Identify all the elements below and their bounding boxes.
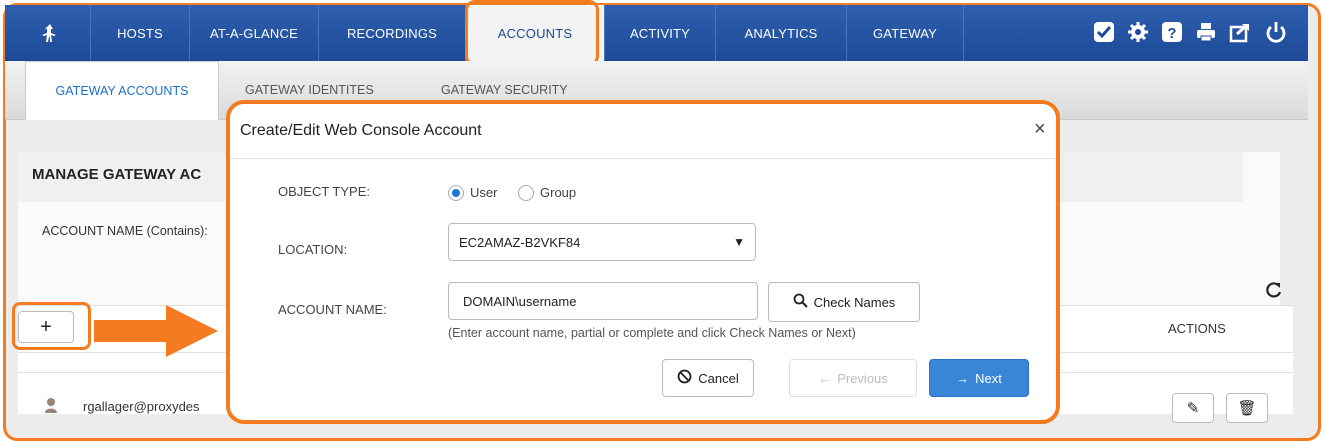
nav-activity[interactable]: ACTIVITY (605, 5, 716, 61)
previous-button[interactable]: ← Previous (789, 359, 917, 397)
cancel-icon (677, 369, 692, 387)
pencil-icon: ✎ (1186, 400, 1200, 417)
account-name-label: ACCOUNT NAME: (278, 302, 387, 317)
add-button-highlight (12, 302, 91, 350)
nav-at-a-glance[interactable]: AT-A-GLANCE (190, 5, 319, 61)
help-icon[interactable]: ? (1159, 19, 1185, 45)
close-icon[interactable]: × (1034, 118, 1046, 141)
chevron-down-icon: ▼ (733, 235, 745, 249)
tab-gateway-identities[interactable]: GATEWAY IDENTITES (245, 83, 374, 97)
share-icon[interactable] (1227, 19, 1253, 45)
check-names-button[interactable]: Check Names (768, 282, 920, 322)
checkbox-icon[interactable] (1091, 19, 1117, 45)
radio-user-label: User (470, 185, 498, 200)
nav-gateway[interactable]: GATEWAY (847, 5, 964, 61)
arrow-left-icon: ← (818, 370, 832, 386)
next-button[interactable]: → Next (929, 359, 1029, 397)
edit-button[interactable]: ✎ (1172, 393, 1214, 423)
svg-text:?: ? (1167, 25, 1176, 42)
modal-title: Create/Edit Web Console Account (240, 122, 482, 139)
refresh-icon[interactable] (1265, 281, 1283, 305)
delete-button[interactable]: 🗑 (1226, 393, 1268, 423)
arrow-icon (94, 305, 218, 362)
arrow-right-icon: → (956, 370, 970, 386)
check-names-label: Check Names (813, 294, 896, 310)
accounts-highlight (465, 0, 599, 66)
object-type-label: OBJECT TYPE: (278, 184, 370, 199)
account-name-input[interactable] (448, 282, 758, 320)
cancel-label: Cancel (698, 370, 739, 386)
create-edit-account-modal: Create/Edit Web Console Account × OBJECT… (226, 100, 1060, 424)
print-icon[interactable] (1193, 19, 1219, 45)
home-icon[interactable] (10, 5, 91, 61)
radio-group[interactable] (518, 185, 534, 201)
search-icon (793, 293, 808, 311)
nav-recordings[interactable]: RECORDINGS (319, 5, 466, 61)
gear-icon[interactable] (1125, 19, 1151, 45)
modal-divider (230, 158, 1056, 159)
location-label: LOCATION: (278, 242, 348, 257)
cancel-button[interactable]: Cancel (662, 359, 754, 397)
location-value: EC2AMAZ-B2VKF84 (459, 235, 581, 250)
actions-header: ACTIONS (1168, 321, 1226, 336)
user-icon (44, 397, 58, 418)
nav-analytics[interactable]: ANALYTICS (716, 5, 847, 61)
tab-gateway-security[interactable]: GATEWAY SECURITY (441, 83, 568, 97)
power-icon[interactable] (1263, 19, 1289, 45)
radio-user[interactable] (448, 185, 464, 201)
top-nav: HOSTS AT-A-GLANCE RECORDINGS ACCOUNTS AC… (5, 5, 1308, 61)
account-name-hint: (Enter account name, partial or complete… (448, 326, 856, 340)
previous-label: Previous (837, 370, 888, 386)
filter-label: ACCOUNT NAME (Contains): (42, 224, 208, 238)
page-title: MANAGE GATEWAY AC (32, 166, 202, 183)
trash-icon: 🗑 (1237, 400, 1257, 417)
location-select[interactable]: EC2AMAZ-B2VKF84 ▼ (448, 223, 756, 261)
nav-hosts[interactable]: HOSTS (91, 5, 190, 61)
next-label: Next (975, 370, 1002, 386)
radio-group-label: Group (540, 185, 577, 200)
figure-icon (42, 24, 56, 42)
table-row-user: rgallager@proxydes (83, 399, 200, 414)
tab-gateway-accounts[interactable]: GATEWAY ACCOUNTS (25, 61, 219, 120)
